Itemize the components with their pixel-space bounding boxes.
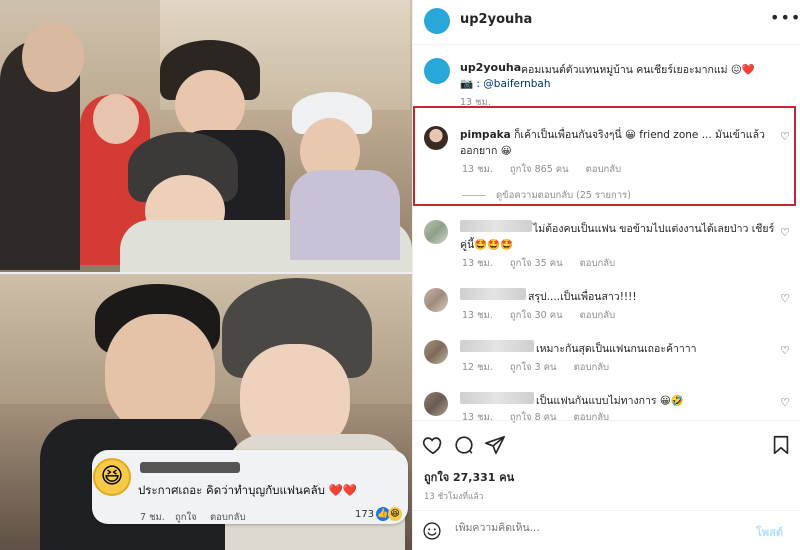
reply-button[interactable]: ตอบกลับ (580, 258, 616, 269)
caption-mention[interactable]: : @baifernbah (476, 78, 550, 90)
redacted-name (140, 462, 240, 473)
comment-time: 13 ชม. (462, 310, 493, 321)
caption-credit: 📷 : @baifernbah (460, 77, 551, 90)
group-photo (0, 0, 412, 272)
comment-avatar[interactable] (424, 126, 448, 150)
comment-username[interactable]: pimpaka (460, 129, 511, 141)
comment-like-heart-icon[interactable]: ♡ (780, 226, 790, 239)
comment-avatar[interactable] (424, 288, 448, 312)
fb-comment-text: ประกาศเถอะ คิดว่าทำบุญกับแฟนคลับ ❤️❤️ (138, 483, 358, 497)
comment-body: ก็เค้าเป็นเพื่อนกันจริงๆนี่ 😀 friend zon… (514, 129, 765, 141)
comment-body: เป็นแฟนกันแบบไม่ทางการ 😀🤣 (536, 395, 684, 407)
comment-meta: 13 ชม. ถูกใจ 35 คน ตอบกลับ (462, 256, 629, 271)
comment-meta: 13 ชม. ถูกใจ 865 คน ตอบกลับ (462, 162, 635, 177)
comment-body-2: ออกยาก 😀 (460, 145, 512, 157)
caption-username[interactable]: up2youha (460, 61, 521, 74)
comment-likes[interactable]: ถูกใจ 30 คน (510, 310, 563, 321)
divider (413, 44, 800, 45)
comment-time: 13 ชม. (462, 412, 493, 423)
comment-avatar[interactable] (424, 340, 448, 364)
fb-reply-link[interactable]: ตอบกลับ (210, 510, 246, 525)
comment-time: 13 ชม. (462, 164, 493, 175)
comment-likes[interactable]: ถูกใจ 3 คน (510, 362, 557, 373)
redacted-username (460, 392, 534, 404)
comment-like-heart-icon[interactable]: ♡ (780, 292, 790, 305)
comment-like-heart-icon[interactable]: ♡ (780, 344, 790, 357)
reply-button[interactable]: ตอบกลับ (574, 412, 610, 423)
fb-reaction-count: 173 (355, 509, 375, 520)
comment-time: 12 ชม. (462, 362, 493, 373)
caption-avatar[interactable] (424, 58, 450, 84)
post-comment-button[interactable]: โพสต์ (756, 523, 783, 541)
fb-comment-time: 7 ชม. (140, 512, 165, 523)
face (22, 22, 84, 92)
person-plaid (290, 170, 400, 260)
header-username[interactable]: up2youha (460, 12, 532, 27)
divider (413, 510, 800, 511)
reply-button[interactable]: ตอบกลับ (574, 362, 610, 373)
face (105, 314, 215, 434)
comment-bubble-icon[interactable] (453, 434, 475, 456)
fb-like-link[interactable]: ถูกใจ (175, 510, 197, 525)
comment-body: ไม่ต้องคบเป็นแฟน ขอข้ามไปแต่งงานได้เลยป่… (533, 223, 775, 235)
laughing-emoji-icon: 😆 (93, 458, 131, 496)
comment-body: สรุป....เป็นเพื่อนสาว!!!! (528, 291, 637, 303)
comment-meta: 12 ชม. ถูกใจ 3 คน ตอบกลับ (462, 360, 623, 375)
comment-likes[interactable]: ถูกใจ 8 คน (510, 412, 557, 423)
post-like-count[interactable]: ถูกใจ 27,331 คน (424, 468, 514, 486)
like-heart-icon[interactable] (422, 434, 444, 456)
comment-meta: 13 ชม. ถูกใจ 8 คน ตอบกลับ (462, 410, 623, 425)
redacted-username (460, 288, 526, 300)
comment-like-heart-icon[interactable]: ♡ (780, 396, 790, 409)
reply-button[interactable]: ตอบกลับ (580, 310, 616, 321)
share-send-icon[interactable] (484, 434, 506, 456)
face (93, 94, 139, 144)
header-avatar[interactable] (424, 8, 450, 34)
more-options-icon[interactable]: ••• (770, 8, 800, 27)
comment-avatar[interactable] (424, 392, 448, 416)
comment-text: pimpaka ก็เค้าเป็นเพื่อนกันจริงๆนี่ 😀 fr… (460, 126, 765, 143)
emoji-smiley-icon[interactable] (422, 521, 442, 541)
save-bookmark-icon[interactable] (770, 434, 792, 456)
comment-meta: 13 ชม. ถูกใจ 30 คน ตอบกลับ (462, 308, 629, 323)
view-replies-button[interactable]: ดูข้อความตอบกลับ (25 รายการ) (462, 188, 631, 203)
post-photo[interactable]: 😆 ประกาศเถอะ คิดว่าทำบุญกับแฟนคลับ ❤️❤️ … (0, 0, 412, 550)
comment-likes[interactable]: ถูกใจ 865 คน (510, 164, 569, 175)
comment-likes[interactable]: ถูกใจ 35 คน (510, 258, 563, 269)
divider (413, 420, 800, 421)
comment-time: 13 ชม. (462, 258, 493, 269)
camera-icon: 📷 (460, 78, 474, 90)
caption-text: คอมเมนต์ตัวแทนหมู่บ้าน คนเชียร์เยอะมากแม… (521, 64, 755, 76)
comment-body: เหมาะกันสุดเป็นแฟนกนเถอะค้าาาา (536, 343, 697, 355)
add-comment-input[interactable] (455, 522, 735, 534)
reply-button[interactable]: ตอบกลับ (586, 164, 622, 175)
comment-avatar[interactable] (424, 220, 448, 244)
haha-reaction-icon: 😆 (388, 507, 402, 521)
post-timestamp: 13 ชั่วโมงที่แล้ว (424, 492, 484, 502)
comment-like-heart-icon[interactable]: ♡ (780, 130, 790, 143)
comment-body-2: คู่นี้🤩🤩🤩 (460, 239, 514, 251)
redacted-username (460, 220, 532, 232)
redacted-username (460, 340, 534, 352)
